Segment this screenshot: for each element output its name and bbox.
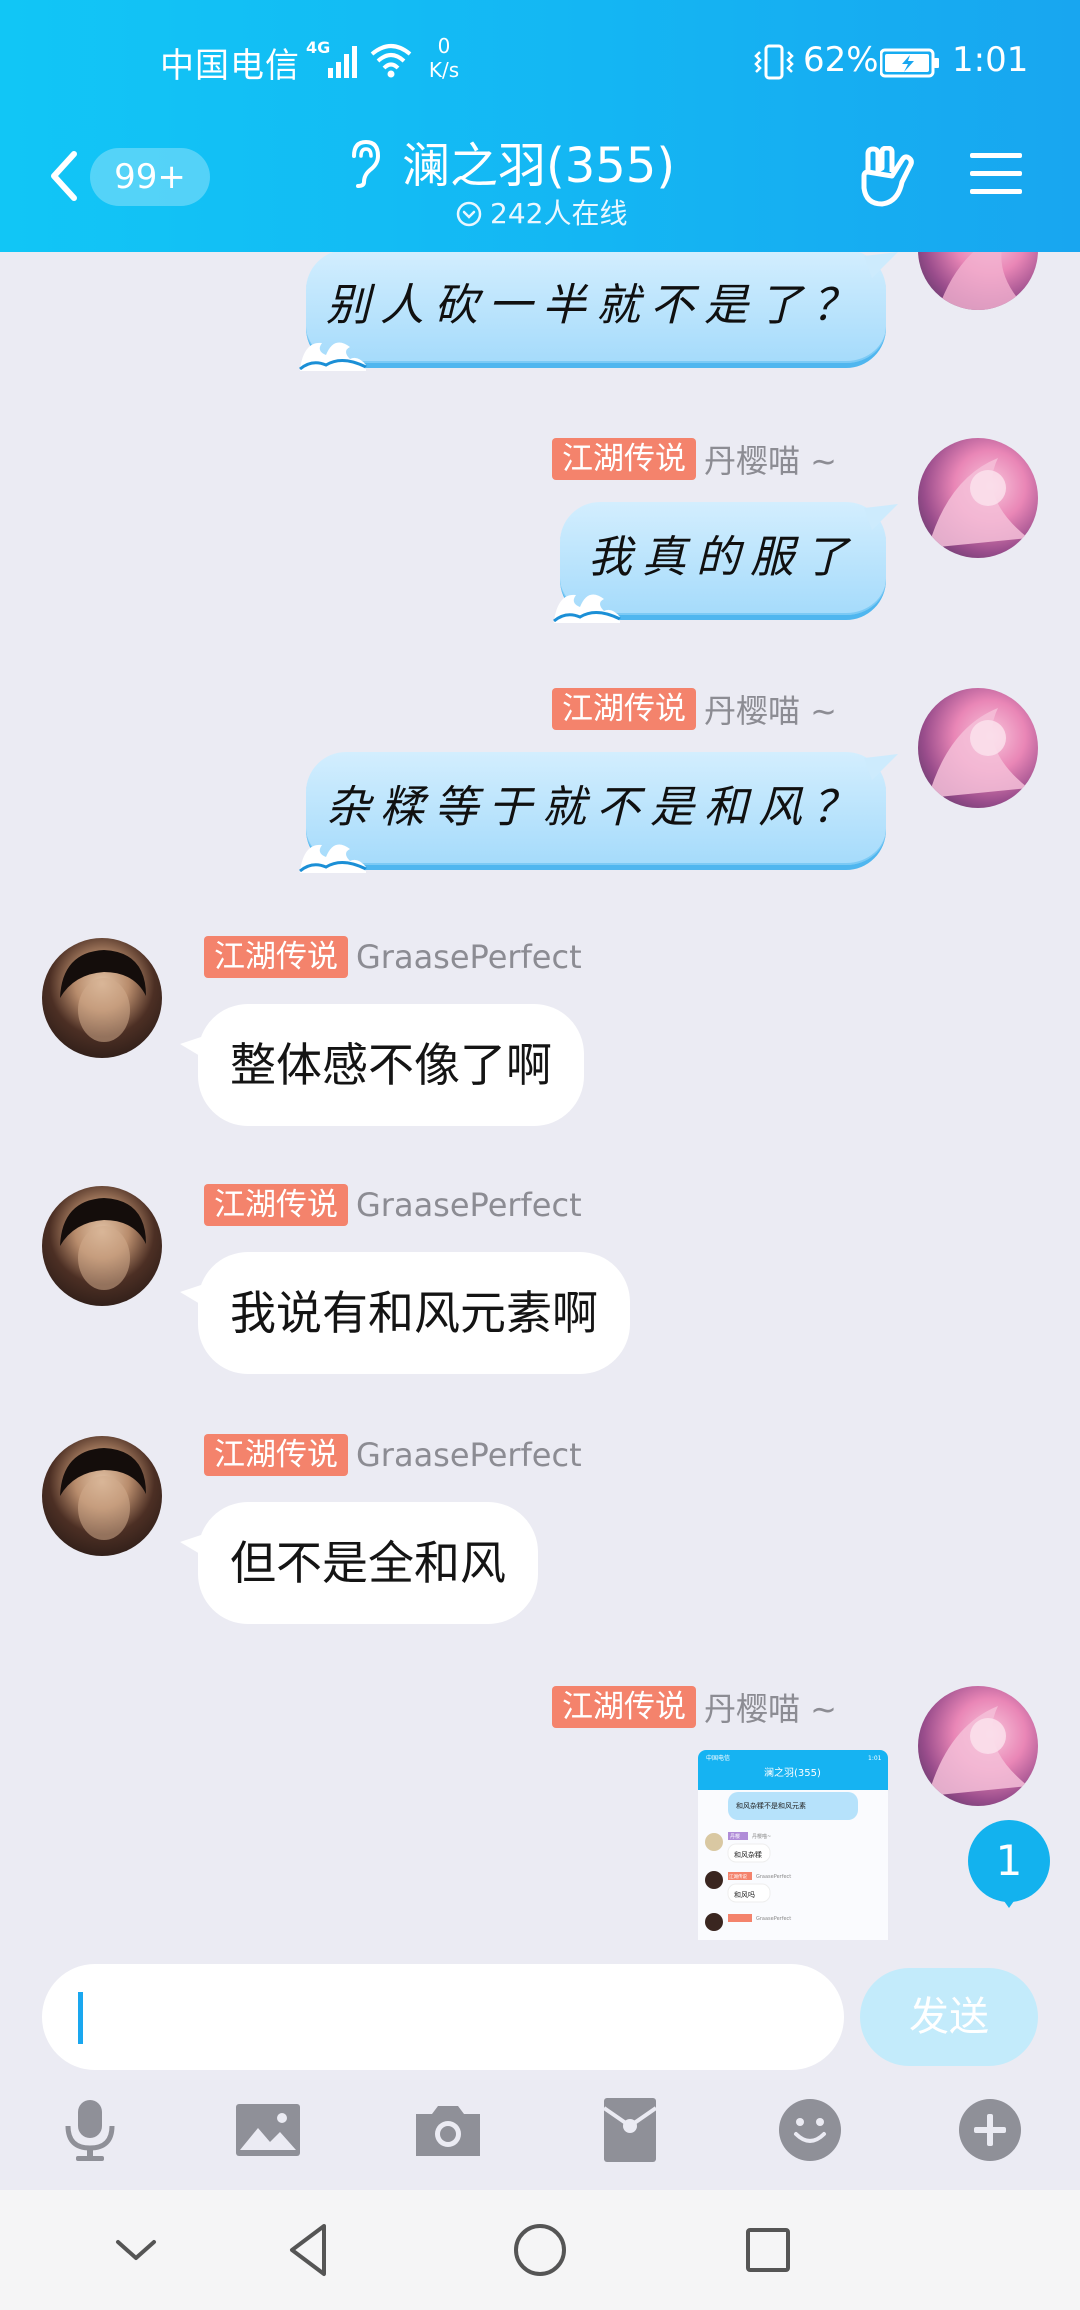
wave-decoration-icon bbox=[299, 342, 367, 371]
message-text: 但不是全和风 bbox=[230, 1536, 506, 1590]
thumb-line1: 和风杂糅 bbox=[734, 1850, 762, 1859]
emoji-icon[interactable] bbox=[778, 2098, 842, 2162]
avatar[interactable] bbox=[42, 1186, 162, 1306]
title-tag: 江湖传说 bbox=[204, 936, 348, 978]
menu-icon[interactable] bbox=[968, 150, 1024, 198]
sender-row: 江湖传说 GraasePerfect bbox=[204, 1184, 582, 1228]
status-bar: 中国电信 4G 0 K/s 62% 1:01 bbox=[0, 0, 1080, 120]
image-icon[interactable] bbox=[236, 2098, 300, 2162]
red-packet-icon[interactable] bbox=[598, 2098, 662, 2162]
message-bubble[interactable]: 我真的服了 bbox=[553, 502, 898, 623]
sender-name[interactable]: 丹樱喵 ~ bbox=[704, 436, 837, 482]
title-tag: 江湖传说 bbox=[204, 1184, 348, 1226]
wifi-icon bbox=[370, 44, 412, 78]
message-text: 别人砍一半就不是了？ bbox=[326, 280, 866, 331]
text-cursor bbox=[78, 1992, 83, 2044]
bubble-tail bbox=[864, 504, 898, 530]
sender-row: 江湖传说 丹樱喵 ~ bbox=[552, 686, 837, 730]
message-bubble[interactable]: 杂糅等于就不是和风？ bbox=[299, 752, 898, 873]
sender-row: 江湖传说 GraasePerfect bbox=[204, 936, 582, 980]
battery-percent: 62% bbox=[803, 40, 879, 80]
image-message-thumbnail[interactable]: 中国电信 1:01 澜之羽(355) 和风杂糅不是和风元素 丹樱 丹樱喵~ 和风… bbox=[698, 1750, 888, 1940]
online-count-label: 242人在线 bbox=[490, 197, 628, 230]
message-text: 整体感不像了啊 bbox=[230, 1038, 552, 1092]
recents-square-icon[interactable] bbox=[736, 2218, 800, 2282]
wave-decoration-icon bbox=[299, 844, 367, 873]
battery-icon bbox=[880, 48, 939, 78]
home-circle-icon[interactable] bbox=[508, 2218, 572, 2282]
bubble-tail bbox=[180, 1532, 210, 1560]
title-tag: 江湖传说 bbox=[552, 1686, 696, 1728]
new-message-badge[interactable]: 1 bbox=[968, 1820, 1050, 1908]
thumb-status: 中国电信 bbox=[706, 1754, 730, 1762]
clock: 1:01 bbox=[952, 40, 1029, 80]
title-tag: 江湖传说 bbox=[552, 688, 696, 730]
title-tag: 江湖传说 bbox=[204, 1434, 348, 1476]
thumb-line2: 和风吗 bbox=[734, 1890, 755, 1899]
message-bubble[interactable]: 整体感不像了啊 bbox=[180, 1004, 584, 1126]
online-count[interactable]: 242人在线 bbox=[456, 192, 627, 232]
message-list[interactable]: 别人砍一半就不是了？ 江湖传说 丹樱喵 ~ 我真的服了 江湖传说 丹樱喵 ~ 杂糅等… bbox=[0, 252, 1080, 1940]
vibrate-icon bbox=[754, 44, 794, 80]
bubble-tail bbox=[864, 754, 898, 780]
sender-name[interactable]: GraasePerfect bbox=[356, 1436, 582, 1474]
title-tag: 江湖传说 bbox=[552, 438, 696, 480]
message-text: 我说有和风元素啊 bbox=[230, 1286, 598, 1340]
chat-header: 中国电信 4G 0 K/s 62% 1:01 99+ 澜之羽(355) 242人… bbox=[0, 0, 1080, 252]
message-bubble[interactable]: 我说有和风元素啊 bbox=[180, 1252, 630, 1374]
sender-name[interactable]: 丹樱喵 ~ bbox=[704, 686, 837, 732]
bubble-tail bbox=[180, 1034, 210, 1062]
thumb-name-a: 丹樱喵~ bbox=[752, 1833, 771, 1840]
thumb-name-b: GraasePerfect bbox=[756, 1874, 791, 1880]
avatar[interactable] bbox=[918, 688, 1038, 808]
network-speed: 0 K/s bbox=[426, 34, 462, 82]
ear-icon[interactable] bbox=[346, 138, 382, 188]
message-text: 杂糅等于就不是和风？ bbox=[326, 782, 866, 833]
group-title[interactable]: 澜之羽(355) bbox=[402, 126, 675, 196]
send-button[interactable]: 发送 bbox=[860, 1968, 1038, 2066]
speed-value: 0 bbox=[437, 34, 451, 58]
avatar[interactable] bbox=[918, 252, 1038, 310]
wave-decoration-icon bbox=[553, 594, 621, 623]
chevron-down-icon[interactable] bbox=[104, 2218, 168, 2282]
sender-row: 江湖传说 GraasePerfect bbox=[204, 1434, 582, 1478]
thumb-title: 澜之羽(355) bbox=[764, 1766, 821, 1779]
thumb-time: 1:01 bbox=[868, 1755, 882, 1762]
thumb-tag-a: 丹樱 bbox=[730, 1833, 740, 1840]
sender-name[interactable]: GraasePerfect bbox=[356, 1186, 582, 1224]
screenshot-preview: 中国电信 1:01 澜之羽(355) 和风杂糅不是和风元素 丹樱 丹樱喵~ 和风… bbox=[698, 1750, 888, 1931]
badge-pointer bbox=[999, 1894, 1019, 1908]
message-input[interactable] bbox=[42, 1964, 844, 2070]
avatar[interactable] bbox=[918, 438, 1038, 558]
hand-gesture-icon[interactable] bbox=[858, 146, 918, 208]
bubble-tail bbox=[864, 252, 898, 278]
plus-icon[interactable] bbox=[958, 2098, 1022, 2162]
avatar[interactable] bbox=[42, 938, 162, 1058]
chevron-circle-icon bbox=[456, 201, 482, 227]
system-navigation-bar bbox=[0, 2190, 1080, 2310]
sender-row: 江湖传说 丹樱喵 ~ bbox=[552, 1684, 837, 1728]
signal-icon bbox=[328, 46, 357, 78]
mic-icon[interactable] bbox=[58, 2098, 122, 2162]
thumb-name-c: GraasePerfect bbox=[756, 1916, 791, 1922]
camera-icon[interactable] bbox=[416, 2098, 480, 2162]
new-message-count: 1 bbox=[995, 1836, 1023, 1885]
avatar[interactable] bbox=[42, 1436, 162, 1556]
avatar[interactable] bbox=[918, 1686, 1038, 1806]
message-bubble[interactable]: 别人砍一半就不是了？ bbox=[299, 252, 898, 371]
unread-count-badge[interactable]: 99+ bbox=[90, 148, 210, 206]
thumb-text-a: 和风杂糅不是和风元素 bbox=[736, 1801, 806, 1810]
sender-row: 江湖传说 丹樱喵 ~ bbox=[552, 436, 837, 480]
speed-unit: K/s bbox=[428, 58, 460, 82]
message-text: 我真的服了 bbox=[588, 532, 858, 583]
thumb-tag-b: 江湖传说 bbox=[729, 1873, 747, 1880]
bubble-tail bbox=[180, 1282, 210, 1310]
sender-name[interactable]: GraasePerfect bbox=[356, 938, 582, 976]
carrier-name: 中国电信 bbox=[160, 46, 300, 86]
message-bubble[interactable]: 但不是全和风 bbox=[180, 1502, 538, 1624]
sender-name[interactable]: 丹樱喵 ~ bbox=[704, 1684, 837, 1730]
back-triangle-icon[interactable] bbox=[278, 2218, 342, 2282]
back-arrow-icon[interactable] bbox=[46, 148, 82, 204]
